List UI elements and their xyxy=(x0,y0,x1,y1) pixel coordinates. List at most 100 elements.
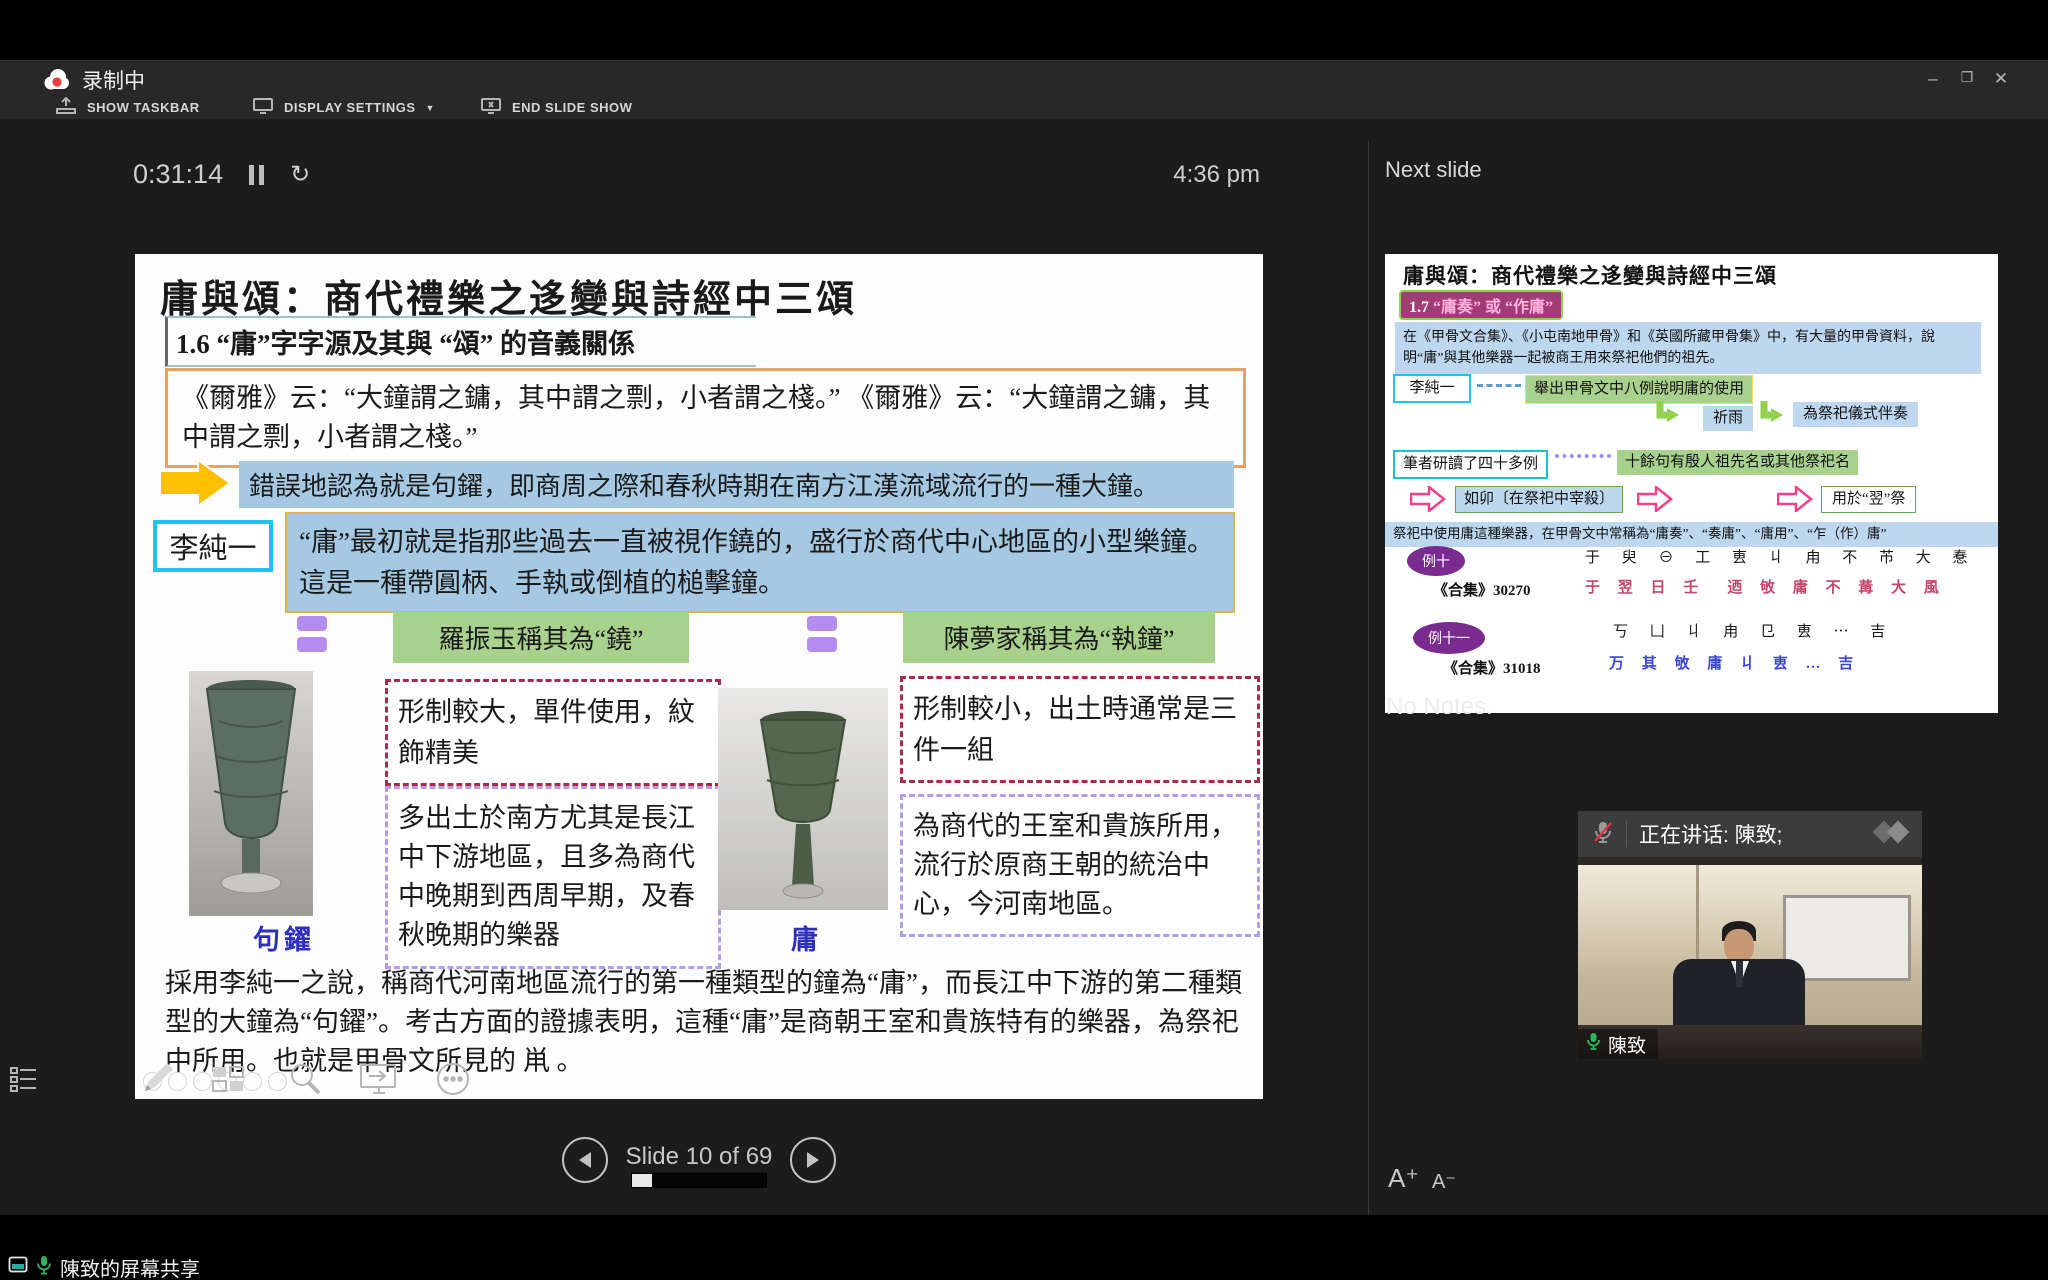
divider xyxy=(1626,821,1627,847)
example11-source: 《合集》31018 xyxy=(1443,660,1541,679)
oracle-glyph-row: 丂 凵 丩 甪 㔾 叀 ⋯ 吉 xyxy=(1613,620,1894,641)
yellow-arrow-icon xyxy=(158,458,234,508)
see-all-slides-button[interactable] xyxy=(209,1059,249,1104)
yi-rite-box: 用於“翌”祭 xyxy=(1821,486,1916,513)
previous-slide-button[interactable] xyxy=(562,1137,608,1183)
yong-label: 庸 xyxy=(791,918,818,957)
author-study-box: 筆者研讀了四十多例 xyxy=(1393,450,1548,479)
mic-on-icon xyxy=(1586,1032,1601,1056)
usage-terms-strip: 祭祀中使用庸這種樂器，在甲骨文中常稱為“庸奏”、“奏庸”、“庸用”、“乍（作）庸… xyxy=(1385,522,1998,547)
display-settings-icon xyxy=(252,97,274,118)
section-badge: 1.7 “庸奏” 或 “作庸” xyxy=(1399,290,1563,320)
slide-sorter-icon xyxy=(209,1059,249,1099)
example10-oval: 例十 xyxy=(1407,546,1465,576)
accompany-box: 為祭祀儀式伴奏 xyxy=(1793,402,1918,427)
close-button[interactable]: ✕ xyxy=(1984,69,2018,89)
pink-arrow-icon xyxy=(1777,486,1813,512)
pink-arrow-icon xyxy=(1410,486,1446,512)
example10-reading: 于 翌 日 壬 迺 敂 庸 不 冓 大 風 xyxy=(1585,576,1946,597)
conclusion-paragraph: 採用李純一之說，稱商代河南地區流行的第一種類型的鐘為“庸”，而長江中下游的第二種… xyxy=(165,964,1245,1081)
pen-tool-button[interactable] xyxy=(137,1059,177,1104)
video-feed: 陳致 xyxy=(1578,857,1922,1059)
example11-oval: 例十一 xyxy=(1413,622,1485,654)
screen-share-indicator[interactable]: 陳致的屏幕共享 xyxy=(8,1253,200,1280)
li-chunyi-quote-box: “庸”最初就是指那些過去一直被視作鐃的，盛行於商代中心地區的小型樂鐘。這是一種帶… xyxy=(285,512,1235,613)
gou-diao-label: 句鑃 xyxy=(253,918,315,957)
clock: 4:36 pm xyxy=(1160,161,1260,189)
speaking-bar: 正在讲话: 陳致; xyxy=(1578,811,1922,857)
type2-feature-box: 形制較小，出土時通常是三件一組 xyxy=(900,676,1260,783)
more-options-button[interactable] xyxy=(433,1059,473,1104)
zoom-slide-button[interactable] xyxy=(285,1059,325,1104)
taskbar: 陳致的屏幕共享 xyxy=(0,1215,2048,1280)
chen-mengjia-box: 陳夢家稱其為“執鐘” xyxy=(903,612,1215,663)
dot-connector xyxy=(1555,454,1611,458)
badge-text: “庸奏” 或 “作庸” xyxy=(1433,299,1553,316)
share-window-icon xyxy=(8,1255,28,1280)
more-icon xyxy=(433,1059,473,1099)
pen-icon xyxy=(137,1059,177,1099)
chevron-down-icon: ▼ xyxy=(426,103,435,113)
recording-indicator: 录制中 xyxy=(42,65,145,95)
pause-icon xyxy=(249,165,254,185)
next-slide-button[interactable] xyxy=(790,1137,836,1183)
pink-arrow-icon xyxy=(1637,486,1673,512)
meeting-logo xyxy=(1868,818,1912,851)
next-arrow-icon xyxy=(807,1152,819,1168)
type1-feature-box: 形制較大，單件使用，紋飾精美 xyxy=(385,679,721,786)
display-settings-button[interactable]: DISPLAY SETTINGS ▼ xyxy=(252,97,435,118)
mic-on-icon xyxy=(36,1255,52,1280)
oracle-intro-box: 在《甲骨文合集》、《小屯南地甲骨》和《英國所藏甲骨集》中，有大量的甲骨資料，說明… xyxy=(1395,322,1981,374)
speaking-label: 正在讲话: 陳致; xyxy=(1639,819,1783,849)
timer-bar: 0:31:14 ↻ xyxy=(133,159,310,190)
bronze-bell-image xyxy=(718,688,888,910)
slide-navigator-button[interactable] xyxy=(8,1063,40,1100)
window-controls: – ❐ ✕ xyxy=(1916,69,2018,89)
speaker-video-widget[interactable]: 正在讲话: 陳致; 陳致 xyxy=(1578,811,1922,1059)
elapsed-timer: 0:31:14 xyxy=(133,159,223,190)
prev-arrow-icon xyxy=(579,1152,591,1168)
speaker-name: 陳致 xyxy=(1608,1031,1646,1058)
decrease-notes-font-button[interactable]: A⁻ xyxy=(1432,1169,1456,1194)
window-header: 录制中 SHOW TASKBAR DISPLAY SETTINGS ▼ xyxy=(0,61,2048,119)
display-settings-label: DISPLAY SETTINGS xyxy=(284,100,416,115)
restart-timer-button[interactable]: ↻ xyxy=(290,160,310,189)
slide-title: 庸與頌：商代禮樂之迻變與詩經中三頌 xyxy=(160,268,857,323)
li-chunyi-box-small: 李純一 xyxy=(1393,374,1471,403)
display-switch-icon xyxy=(357,1059,401,1099)
bronze-bell-image xyxy=(189,671,313,916)
pane-divider xyxy=(1368,141,1369,1246)
luo-zhenyu-box: 羅振玉稱其為“鐃” xyxy=(393,612,689,663)
screen: 录制中 SHOW TASKBAR DISPLAY SETTINGS ▼ xyxy=(0,0,2048,1280)
pause-timer-button[interactable] xyxy=(249,165,264,185)
navigator-icon xyxy=(8,1063,40,1095)
minimize-button[interactable]: – xyxy=(1916,69,1950,89)
display-switch-button[interactable] xyxy=(357,1059,401,1104)
show-taskbar-label: SHOW TASKBAR xyxy=(87,100,200,115)
type1-distribution-box: 多出土於南方尤其是長江中下游地區，且多為商代中晚期到西周早期，及春秋晚期的樂器 xyxy=(385,786,721,969)
presenter-view-window: 录制中 SHOW TASKBAR DISPLAY SETTINGS ▼ xyxy=(0,60,2048,1216)
next-slide-thumbnail[interactable]: 庸與頌：商代禮樂之迻變與詩經中三頌 1.7 “庸奏” 或 “作庸” 在《甲骨文合… xyxy=(1385,254,1998,713)
current-slide[interactable]: 庸與頌：商代禮樂之迻變與詩經中三頌 1.6 “庸”字字源及其與 “頌” 的音義關… xyxy=(135,254,1263,1099)
recording-label: 录制中 xyxy=(82,65,145,95)
equals-icon xyxy=(297,616,327,658)
yong-photo xyxy=(718,688,888,910)
example11-reading: 万 其 敂 庸 丩 叀 … 吉 xyxy=(1609,652,1860,673)
dash-connector xyxy=(1477,384,1521,387)
increase-notes-font-button[interactable]: A⁺ xyxy=(1388,1163,1419,1194)
maximize-button[interactable]: ❐ xyxy=(1950,69,1984,89)
next-slide-label: Next slide xyxy=(1385,157,1482,183)
end-slide-show-icon xyxy=(480,97,502,118)
share-label: 陳致的屏幕共享 xyxy=(60,1253,200,1280)
end-slide-show-button[interactable]: END SLIDE SHOW xyxy=(480,97,632,118)
person-face xyxy=(1724,929,1754,963)
record-cloud-icon xyxy=(42,67,70,93)
slide-progress-fill xyxy=(632,1174,652,1187)
erya-quote-box: 《爾雅》云：“大鐘謂之鏞，其中謂之剽，小者謂之棧。” 《爾雅》云：“大鐘謂之鏞，… xyxy=(165,368,1246,468)
show-taskbar-button[interactable]: SHOW TASKBAR xyxy=(55,97,200,118)
person-tie xyxy=(1736,961,1743,987)
magnifier-icon xyxy=(285,1059,325,1099)
equals-icon xyxy=(807,616,837,658)
show-taskbar-icon xyxy=(55,97,77,118)
li-point-box: 舉出甲骨文中八例說明庸的使用 xyxy=(1525,375,1753,404)
